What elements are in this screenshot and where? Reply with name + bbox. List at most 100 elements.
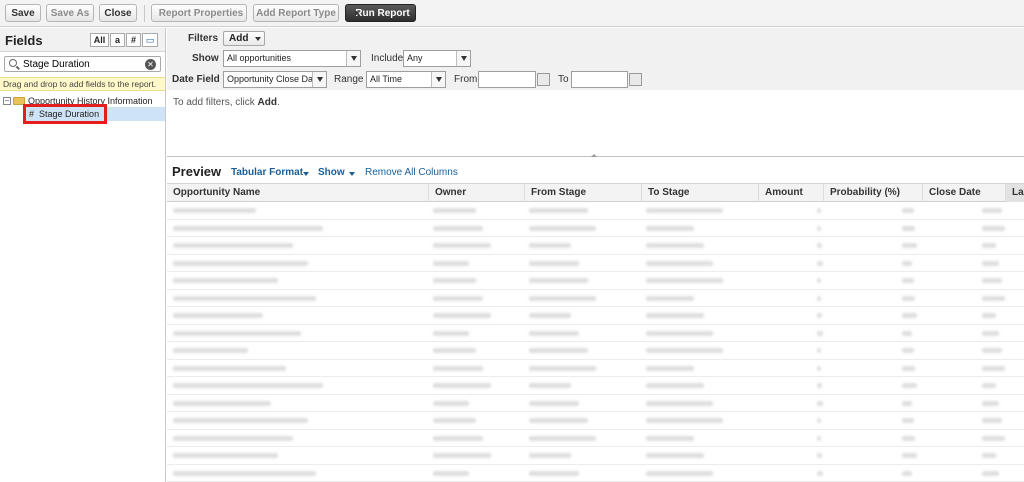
column-header[interactable]: Close Date bbox=[922, 184, 1005, 202]
blurred-cell bbox=[982, 313, 996, 318]
calendar-icon[interactable] bbox=[537, 73, 550, 86]
column-header[interactable]: From Stage bbox=[524, 184, 641, 202]
column-header[interactable]: To Stage bbox=[641, 184, 758, 202]
blurred-cell bbox=[817, 313, 822, 318]
blurred-cell bbox=[902, 295, 915, 301]
blurred-cell bbox=[646, 278, 723, 283]
format-menu[interactable]: Tabular Format bbox=[231, 167, 303, 178]
to-date-input[interactable] bbox=[571, 71, 628, 88]
table-row bbox=[167, 272, 1024, 290]
blurred-cell bbox=[433, 435, 483, 441]
table-row bbox=[167, 395, 1024, 412]
blurred-cell bbox=[982, 418, 1002, 423]
toolbar-divider bbox=[144, 5, 145, 22]
remove-all-columns-link[interactable]: Remove All Columns bbox=[365, 167, 458, 178]
blurred-cell bbox=[646, 208, 723, 213]
column-header[interactable]: Opportunity Name bbox=[167, 184, 428, 202]
blurred-cell bbox=[173, 260, 308, 266]
filter-numeric-toggle[interactable]: # bbox=[126, 33, 141, 47]
filter-text-toggle[interactable]: a bbox=[110, 33, 125, 47]
blurred-cell bbox=[433, 225, 483, 231]
show-menu[interactable]: Show bbox=[318, 167, 345, 178]
report-toolbar: Save Save As Close Report Properties Add… bbox=[0, 0, 1024, 27]
run-report-button[interactable]: Run Report bbox=[345, 4, 416, 22]
clear-search-icon[interactable]: ✕ bbox=[145, 58, 156, 70]
filters-controls: Filters Add Show All opportunities Inclu… bbox=[167, 28, 1024, 90]
filters-label: Filters bbox=[188, 33, 219, 44]
chevron-down-icon bbox=[346, 51, 360, 66]
blurred-cell bbox=[982, 400, 999, 406]
blurred-cell bbox=[433, 418, 476, 423]
blurred-cell bbox=[817, 435, 821, 441]
column-header[interactable]: Amount bbox=[758, 184, 823, 202]
blurred-cell bbox=[646, 418, 723, 423]
column-header[interactable]: Owner bbox=[428, 184, 524, 202]
blurred-cell bbox=[817, 260, 823, 266]
blurred-cell bbox=[173, 383, 323, 388]
blurred-cell bbox=[902, 418, 914, 423]
blurred-cell bbox=[529, 243, 571, 248]
blurred-cell bbox=[902, 470, 912, 476]
blurred-cell bbox=[173, 348, 248, 353]
from-date-input[interactable] bbox=[478, 71, 536, 88]
chevron-down-icon bbox=[255, 37, 261, 41]
collapse-icon[interactable]: − bbox=[3, 97, 11, 105]
blurred-cell bbox=[902, 348, 914, 353]
blurred-cell bbox=[433, 260, 469, 266]
blurred-cell bbox=[433, 400, 469, 406]
filter-all-toggle[interactable]: All bbox=[90, 33, 109, 47]
table-row bbox=[167, 237, 1024, 255]
range-select[interactable]: All Time bbox=[366, 71, 446, 88]
blurred-cell bbox=[982, 225, 1005, 231]
filters-panel: Filters Add Show All opportunities Inclu… bbox=[167, 28, 1024, 155]
include-select[interactable]: Any bbox=[403, 50, 471, 67]
column-header[interactable]: Probability (%) bbox=[823, 184, 922, 202]
blurred-cell bbox=[173, 365, 286, 371]
table-row bbox=[167, 447, 1024, 465]
include-label: Include bbox=[371, 53, 404, 64]
add-filter-button[interactable]: Add bbox=[223, 31, 265, 46]
blurred-cell bbox=[173, 400, 271, 406]
column-header[interactable]: Las bbox=[1005, 184, 1024, 202]
blurred-cell bbox=[817, 418, 821, 423]
save-button[interactable]: Save bbox=[5, 4, 41, 22]
blurred-cell bbox=[173, 295, 316, 301]
add-filter-label: Add bbox=[229, 33, 249, 44]
table-row bbox=[167, 220, 1024, 237]
blurred-cell bbox=[902, 383, 917, 388]
fields-title: Fields bbox=[5, 33, 43, 48]
report-properties-button[interactable]: Report Properties bbox=[151, 4, 247, 22]
run-report-label: Run Report bbox=[355, 7, 410, 19]
blurred-cell bbox=[529, 400, 579, 406]
date-field-select[interactable]: Opportunity Close Da bbox=[223, 71, 327, 88]
table-row bbox=[167, 377, 1024, 395]
from-label: From bbox=[454, 74, 478, 85]
blurred-cell bbox=[173, 453, 278, 458]
show-select[interactable]: All opportunities bbox=[223, 50, 361, 67]
filter-date-toggle[interactable]: ▭ bbox=[142, 33, 158, 47]
blurred-cell bbox=[982, 243, 996, 248]
filters-empty-note: To add filters, click Add. bbox=[173, 97, 280, 108]
add-report-type-button[interactable]: Add Report Type bbox=[253, 4, 339, 22]
blurred-cell bbox=[982, 330, 999, 336]
field-search-input[interactable] bbox=[23, 58, 141, 70]
blurred-cell bbox=[646, 435, 694, 441]
blurred-cell bbox=[902, 453, 917, 458]
close-button[interactable]: Close bbox=[99, 4, 137, 22]
blurred-cell bbox=[646, 225, 694, 231]
date-field-label: Date Field bbox=[172, 74, 220, 85]
calendar-icon[interactable] bbox=[629, 73, 642, 86]
field-search[interactable]: ✕ bbox=[4, 56, 161, 72]
save-as-button[interactable]: Save As bbox=[46, 4, 94, 22]
collapse-handle[interactable] bbox=[587, 153, 601, 159]
table-row bbox=[167, 325, 1024, 342]
table-row bbox=[167, 255, 1024, 272]
blurred-cell bbox=[982, 260, 999, 266]
chevron-down-icon[interactable] bbox=[349, 172, 355, 176]
blurred-cell bbox=[982, 365, 1005, 371]
include-select-value: Any bbox=[407, 53, 423, 63]
blurred-cell bbox=[982, 435, 1005, 441]
blurred-cell bbox=[529, 348, 588, 353]
chevron-down-icon[interactable] bbox=[303, 172, 309, 176]
table-row bbox=[167, 412, 1024, 430]
